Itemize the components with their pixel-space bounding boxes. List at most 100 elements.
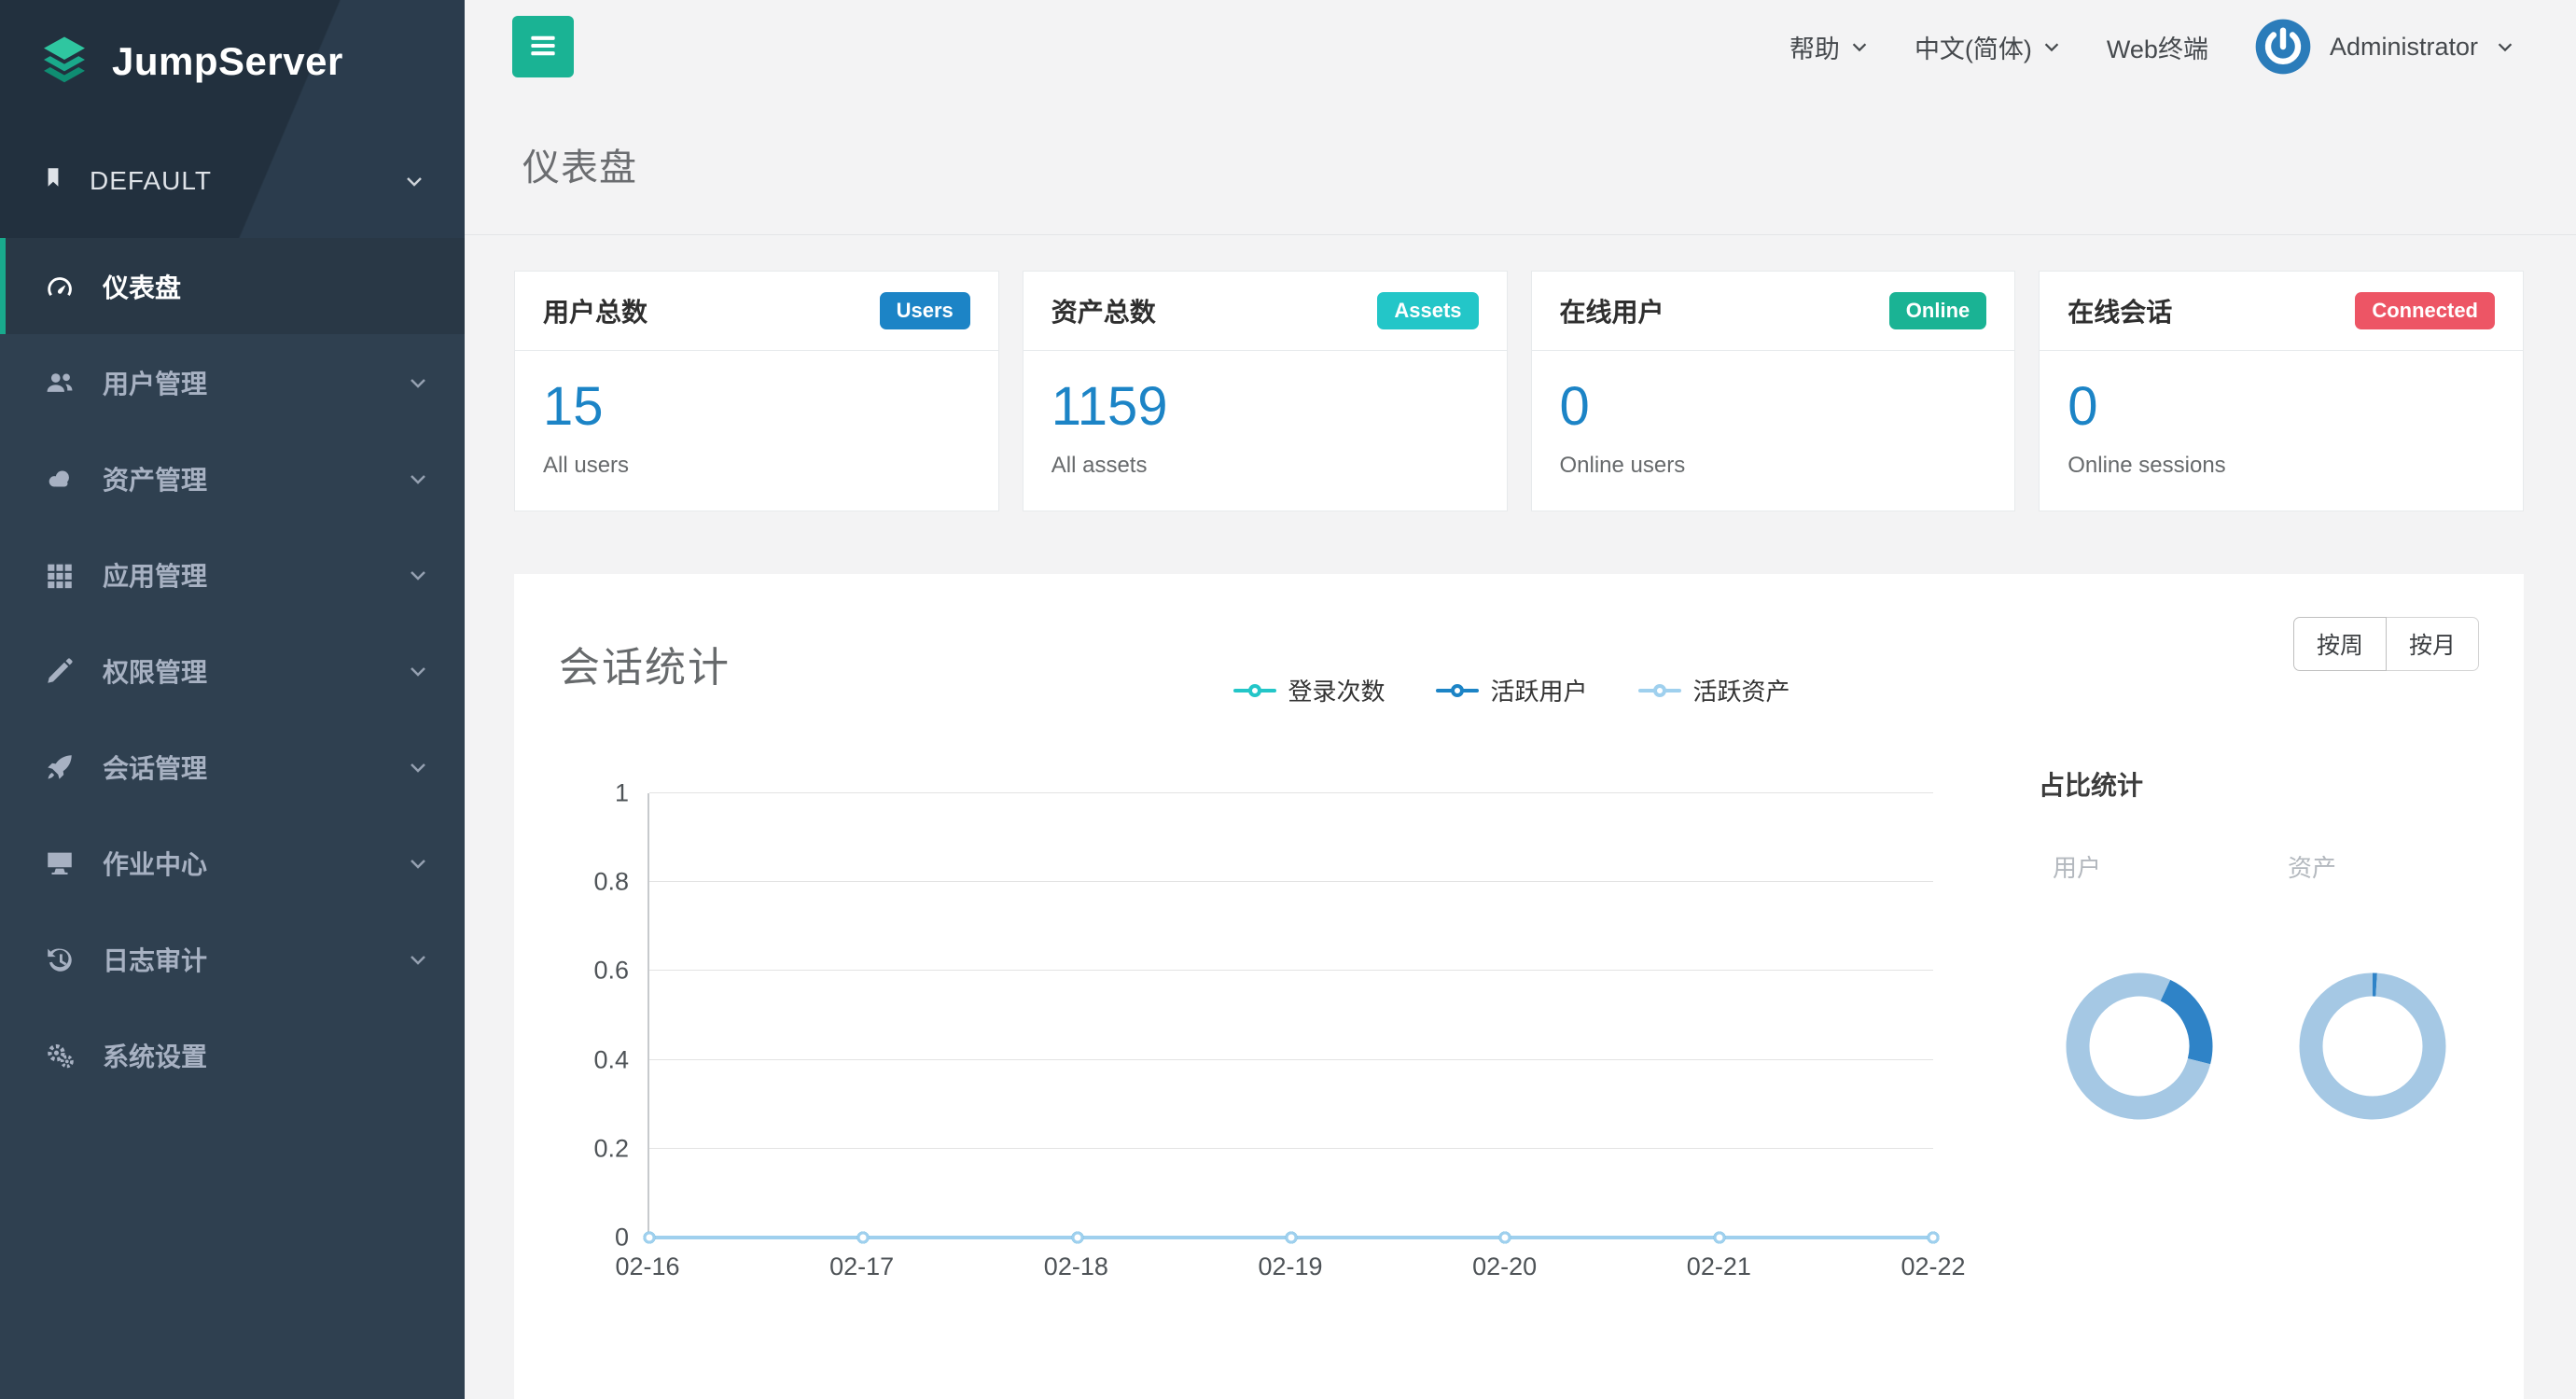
app-root: JumpServer DEFAULT 仪表盘 bbox=[0, 0, 2576, 1399]
sidebar-toggle-button[interactable] bbox=[512, 16, 574, 77]
status-badge: Connected bbox=[2355, 292, 2495, 329]
range-month-button[interactable]: 按月 bbox=[2387, 617, 2479, 671]
help-label: 帮助 bbox=[1789, 29, 1840, 65]
stat-caption: Online sessions bbox=[2068, 453, 2495, 479]
org-selector[interactable]: DEFAULT bbox=[0, 123, 465, 238]
stat-value-link[interactable]: 1159 bbox=[1051, 375, 1479, 438]
avatar bbox=[2253, 17, 2313, 77]
sidebar-item-label: 作业中心 bbox=[103, 845, 207, 882]
session-statistics-panel: 会话统计 登录次数 活跃用户 bbox=[514, 574, 2524, 1399]
y-tick-label: 0.2 bbox=[545, 1134, 629, 1163]
gauge-icon bbox=[41, 271, 78, 302]
legend-item-logins[interactable]: 登录次数 bbox=[1233, 673, 1385, 707]
sidebar-item-audits[interactable]: 日志审计 bbox=[0, 911, 465, 1007]
sidebar-item-permissions[interactable]: 权限管理 bbox=[0, 623, 465, 719]
data-point-marker bbox=[857, 1232, 870, 1244]
card-body: 15 All users bbox=[515, 351, 998, 511]
x-axis: 02-1602-1702-1802-1902-2002-2102-22 bbox=[647, 1252, 1933, 1294]
proportion-title: 占比统计 bbox=[2039, 765, 2496, 803]
x-tick-label: 02-19 bbox=[1258, 1252, 1322, 1281]
stat-value-link[interactable]: 15 bbox=[543, 375, 970, 438]
legend-label: 登录次数 bbox=[1288, 673, 1385, 707]
chevron-down-icon bbox=[407, 468, 429, 490]
card-body: 0 Online sessions bbox=[2040, 351, 2523, 511]
x-tick-label: 02-22 bbox=[1901, 1252, 1965, 1281]
stat-cards-row: 用户总数 Users 15 All users 资产总数 Assets 1159 bbox=[514, 271, 2524, 511]
stat-value-link[interactable]: 0 bbox=[2068, 375, 2495, 438]
line-chart: 00.20.40.60.81 02-1602-1702-1802-1902-20… bbox=[647, 793, 1933, 1294]
sidebar-item-label: 应用管理 bbox=[103, 556, 207, 594]
card-body: 0 Online users bbox=[1532, 351, 2015, 511]
card-header: 资产总数 Assets bbox=[1023, 272, 1507, 351]
sidebar: JumpServer DEFAULT 仪表盘 bbox=[0, 0, 465, 1399]
page-content: 用户总数 Users 15 All users 资产总数 Assets 1159 bbox=[465, 235, 2576, 1399]
chevron-down-icon bbox=[1849, 36, 1870, 57]
stat-caption: All assets bbox=[1051, 453, 1479, 479]
legend-item-active-users[interactable]: 活跃用户 bbox=[1436, 673, 1587, 707]
help-menu[interactable]: 帮助 bbox=[1789, 29, 1870, 65]
legend-line bbox=[1436, 689, 1479, 693]
card-body: 1159 All assets bbox=[1023, 351, 1507, 511]
legend-label: 活跃资产 bbox=[1692, 673, 1789, 707]
cloud-icon bbox=[41, 463, 78, 495]
sidebar-item-dashboard[interactable]: 仪表盘 bbox=[0, 238, 465, 334]
legend-dot bbox=[1248, 684, 1261, 697]
topnav: 帮助 中文(简体) Web终端 bbox=[1789, 17, 2515, 77]
legend-line bbox=[1638, 689, 1681, 693]
x-tick-label: 02-20 bbox=[1472, 1252, 1537, 1281]
panel-title: 会话统计 bbox=[559, 634, 731, 693]
donut-label-assets[interactable]: 资产 bbox=[2288, 849, 2336, 884]
status-badge: Online bbox=[1889, 292, 1986, 329]
web-terminal-label: Web终端 bbox=[2107, 29, 2208, 65]
assets-donut-chart bbox=[2299, 972, 2446, 1120]
language-menu[interactable]: 中文(简体) bbox=[1915, 29, 2062, 65]
sidebar-item-sessions[interactable]: 会话管理 bbox=[0, 719, 465, 815]
web-terminal-link[interactable]: Web终端 bbox=[2107, 29, 2208, 65]
sidebar-item-settings[interactable]: 系统设置 bbox=[0, 1007, 465, 1103]
grid-icon bbox=[41, 559, 78, 591]
donut-label-users[interactable]: 用户 bbox=[2053, 849, 2101, 884]
y-tick-label: 0.8 bbox=[545, 868, 629, 897]
sidebar-item-label: 会话管理 bbox=[103, 748, 207, 786]
data-point-marker bbox=[1713, 1232, 1725, 1244]
data-point-marker bbox=[1499, 1232, 1511, 1244]
y-tick-label: 1 bbox=[545, 779, 629, 808]
stat-value-link[interactable]: 0 bbox=[1560, 375, 1987, 438]
sidebar-item-assets[interactable]: 资产管理 bbox=[0, 430, 465, 526]
page-title: 仪表盘 bbox=[522, 137, 637, 191]
stat-card-users: 用户总数 Users 15 All users bbox=[514, 271, 999, 511]
stat-card-online-users: 在线用户 Online 0 Online users bbox=[1531, 271, 2016, 511]
series-lines bbox=[649, 793, 1933, 1238]
card-header: 在线会话 Connected bbox=[2040, 272, 2523, 351]
sidebar-item-users[interactable]: 用户管理 bbox=[0, 334, 465, 430]
chevron-down-icon bbox=[407, 756, 429, 778]
sidebar-item-jobs[interactable]: 作业中心 bbox=[0, 815, 465, 911]
desktop-icon bbox=[41, 847, 78, 879]
donut-labels: 用户 资产 bbox=[1973, 849, 2496, 884]
y-tick-label: 0.6 bbox=[545, 957, 629, 986]
stat-card-online-sessions: 在线会话 Connected 0 Online sessions bbox=[2039, 271, 2524, 511]
proportion-stats: 占比统计 用户 资产 bbox=[1973, 765, 2496, 1120]
x-tick-label: 02-18 bbox=[1044, 1252, 1108, 1281]
user-menu[interactable]: Administrator bbox=[2253, 17, 2515, 77]
panel-header: 会话统计 登录次数 活跃用户 bbox=[559, 613, 2479, 707]
jumpserver-logo-icon bbox=[35, 31, 93, 93]
hamburger-icon bbox=[525, 28, 561, 66]
x-tick-label: 02-16 bbox=[615, 1252, 679, 1281]
stat-caption: All users bbox=[543, 453, 970, 479]
donut-charts bbox=[1973, 972, 2496, 1120]
legend-item-active-assets[interactable]: 活跃资产 bbox=[1638, 673, 1789, 707]
sidebar-item-label: 资产管理 bbox=[103, 460, 207, 497]
brand[interactable]: JumpServer bbox=[0, 0, 465, 123]
legend-line bbox=[1233, 689, 1276, 693]
edit-icon bbox=[41, 655, 78, 687]
range-week-button[interactable]: 按周 bbox=[2293, 617, 2387, 671]
sidebar-item-label: 系统设置 bbox=[103, 1037, 207, 1074]
brand-name: JumpServer bbox=[112, 39, 343, 84]
data-point-marker bbox=[1071, 1232, 1083, 1244]
card-header: 在线用户 Online bbox=[1532, 272, 2015, 351]
rocket-icon bbox=[41, 751, 78, 783]
sidebar-item-applications[interactable]: 应用管理 bbox=[0, 526, 465, 623]
username-label: Administrator bbox=[2330, 33, 2478, 62]
chevron-down-icon bbox=[407, 852, 429, 874]
